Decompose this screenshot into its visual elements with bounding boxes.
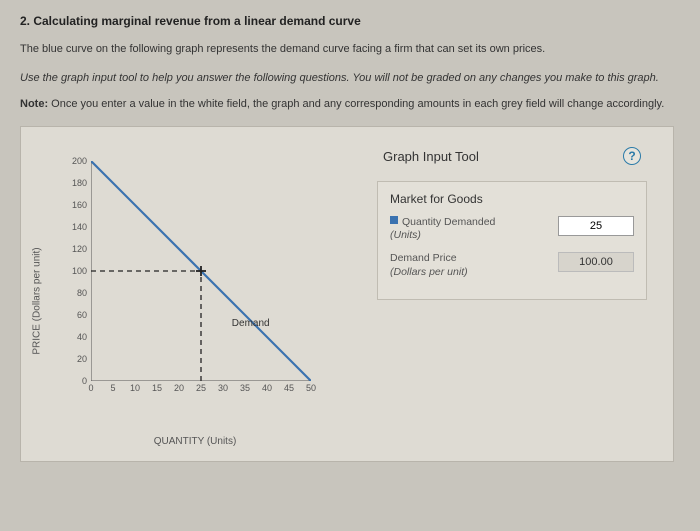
price-output (558, 252, 634, 272)
graph-input-tool: Graph Input Tool ? Market for Goods Quan… (377, 147, 647, 300)
x-axis-label: QUANTITY (Units) (154, 436, 237, 447)
price-sublabel: (Dollars per unit) (390, 266, 468, 279)
qty-sublabel: (Units) (390, 229, 495, 242)
question-note: Note: Once you enter a value in the whit… (20, 97, 680, 112)
tool-header: Graph Input Tool (383, 149, 479, 164)
price-label-text: Demand Price (390, 252, 457, 264)
note-body: Once you enter a value in the white fiel… (51, 98, 664, 110)
qty-row: Quantity Demanded (Units) (390, 216, 634, 242)
question-instruction: Use the graph input tool to help you ans… (20, 71, 680, 86)
question-title: 2. Calculating marginal revenue from a l… (20, 14, 680, 28)
demand-label: Demand (232, 318, 270, 329)
note-prefix: Note: (20, 98, 51, 110)
plot-svg[interactable]: Demand (91, 161, 311, 381)
qty-label-text: Quantity Demanded (402, 216, 495, 228)
question-intro: The blue curve on the following graph re… (20, 42, 680, 57)
plot-area[interactable]: Demand (91, 161, 311, 381)
qty-label: Quantity Demanded (Units) (390, 216, 495, 242)
demand-swatch-icon (390, 216, 398, 224)
help-icon[interactable]: ? (623, 147, 641, 165)
quantity-input[interactable] (558, 216, 634, 236)
tool-box: Market for Goods Quantity Demanded (Unit… (377, 181, 647, 300)
x-ticks: 05101520253035404550 (91, 383, 311, 399)
y-axis-label: PRICE (Dollars per unit) (32, 248, 43, 355)
demand-chart[interactable]: PRICE (Dollars per unit) 020406080100120… (45, 161, 345, 441)
tool-title: Market for Goods (390, 192, 634, 206)
y-ticks: 020406080100120140160180200 (59, 161, 89, 381)
price-row: Demand Price (Dollars per unit) (390, 252, 634, 278)
price-label: Demand Price (Dollars per unit) (390, 252, 468, 278)
graph-panel: PRICE (Dollars per unit) 020406080100120… (20, 126, 674, 462)
